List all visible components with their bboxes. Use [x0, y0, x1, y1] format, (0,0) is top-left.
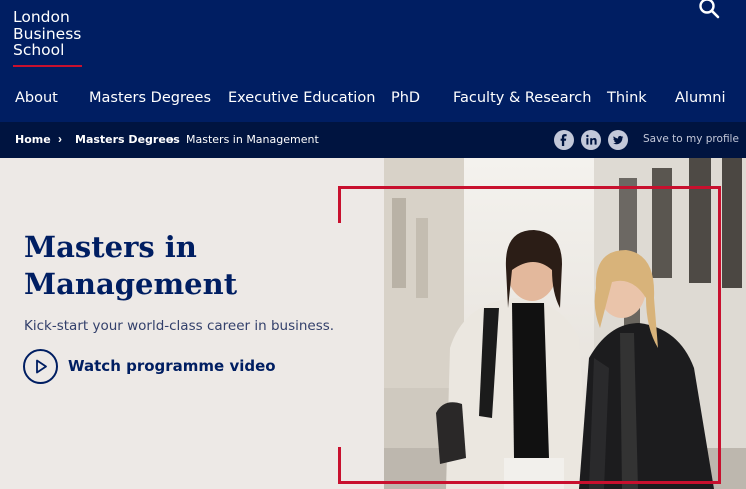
- title-line: Management: [24, 267, 238, 301]
- hero-subtitle: Kick-start your world-class career in bu…: [24, 318, 335, 334]
- nav-item-alumni[interactable]: Alumni: [675, 90, 725, 106]
- nav-item-faculty-research[interactable]: Faculty & Research: [453, 90, 591, 106]
- page-title: Masters in Management: [24, 229, 237, 303]
- lbs-logo[interactable]: London Business School: [13, 9, 81, 59]
- accent-frame-left-top: [338, 186, 341, 223]
- save-to-profile-link[interactable]: Save to my profile: [643, 133, 739, 145]
- share-twitter-button[interactable]: [608, 130, 628, 150]
- accent-frame-right: [718, 186, 721, 484]
- search-icon: [699, 0, 720, 19]
- hero-banner: Masters in Management Kick-start your wo…: [0, 158, 746, 489]
- play-icon: [23, 349, 58, 384]
- share-facebook-button[interactable]: [554, 130, 574, 150]
- twitter-icon: [613, 135, 624, 145]
- facebook-icon: [560, 134, 567, 146]
- site-header: London Business School About Masters Deg…: [0, 0, 746, 122]
- nav-item-think[interactable]: Think: [607, 90, 647, 106]
- breadcrumb: Home › Masters Degrees › Masters in Mana…: [0, 122, 746, 158]
- breadcrumb-home[interactable]: Home: [15, 133, 51, 146]
- search-button[interactable]: [697, 0, 721, 20]
- chevron-right-icon: ›: [58, 132, 62, 146]
- logo-underline: [13, 65, 82, 67]
- nav-item-about[interactable]: About: [15, 90, 58, 106]
- hero-photo: [384, 158, 746, 489]
- accent-frame-top: [338, 186, 721, 189]
- logo-line: Business: [13, 24, 82, 43]
- chevron-right-icon: ›: [170, 132, 174, 146]
- share-linkedin-button[interactable]: [581, 130, 601, 150]
- watch-video-label: Watch programme video: [68, 357, 276, 375]
- logo-line: School: [13, 41, 65, 59]
- nav-item-executive-education[interactable]: Executive Education: [228, 90, 375, 106]
- nav-item-phd[interactable]: PhD: [391, 90, 420, 106]
- title-line: Masters in: [24, 230, 197, 264]
- students-photo-illustration: [384, 158, 746, 489]
- nav-item-masters-degrees[interactable]: Masters Degrees: [89, 90, 211, 106]
- accent-frame-bottom: [338, 481, 721, 484]
- accent-frame-left-bottom: [338, 447, 341, 484]
- logo-line: London: [13, 8, 70, 26]
- breadcrumb-masters-degrees[interactable]: Masters Degrees: [75, 133, 180, 146]
- breadcrumb-current: Masters in Management: [186, 133, 319, 146]
- linkedin-icon: [586, 134, 597, 145]
- main-nav: About Masters Degrees Executive Educatio…: [0, 90, 746, 114]
